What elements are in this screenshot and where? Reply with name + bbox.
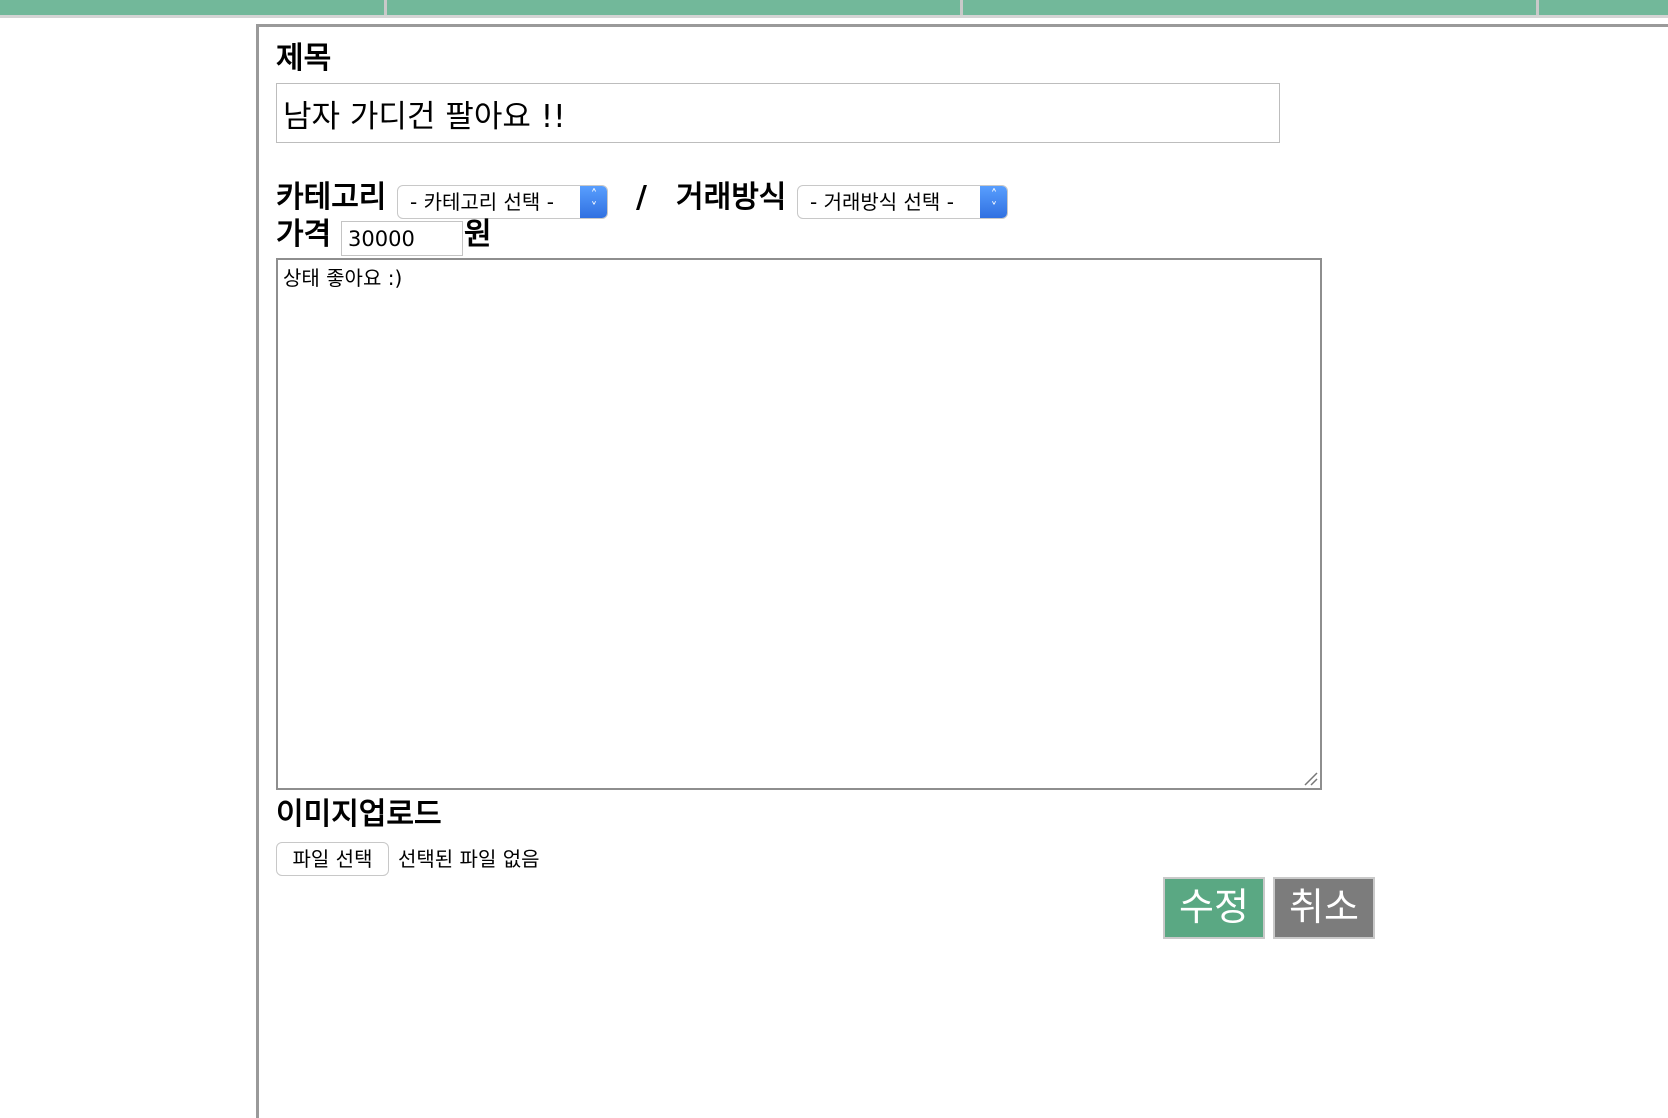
price-unit: 원 <box>464 217 492 252</box>
file-status-text: 선택된 파일 없음 <box>398 847 540 871</box>
cancel-button[interactable]: 취소 <box>1273 877 1375 939</box>
top-nav-bar <box>0 0 1668 18</box>
title-label: 제목 <box>276 41 332 76</box>
price-input[interactable] <box>341 221 463 256</box>
nav-tab-2[interactable] <box>387 0 960 15</box>
nav-tab-4[interactable] <box>1539 0 1668 15</box>
nav-tab-1[interactable] <box>0 0 384 15</box>
nav-divider <box>0 15 1668 18</box>
nav-tab-3[interactable] <box>963 0 1536 15</box>
description-textarea[interactable]: 상태 좋아요 :) <box>276 258 1322 790</box>
file-select-button[interactable]: 파일 선택 <box>276 842 389 876</box>
category-selected-value: - 카테고리 선택 - <box>410 190 554 214</box>
category-select[interactable]: - 카테고리 선택 - ˄ ˅ <box>397 185 608 219</box>
title-input[interactable] <box>276 83 1280 143</box>
chevron-up-down-icon: ˄ ˅ <box>580 186 607 218</box>
trade-method-select[interactable]: - 거래방식 선택 - ˄ ˅ <box>797 185 1008 219</box>
trade-method-label: 거래방식 <box>676 180 787 215</box>
category-label: 카테고리 <box>276 180 387 215</box>
image-upload-label: 이미지업로드 <box>276 797 442 832</box>
chevron-up-down-icon: ˄ ˅ <box>980 186 1007 218</box>
price-label: 가격 <box>276 217 332 252</box>
resize-grip-icon[interactable] <box>1302 770 1318 786</box>
field-separator: / <box>636 180 647 215</box>
submit-edit-button[interactable]: 수정 <box>1163 877 1265 939</box>
trade-method-selected-value: - 거래방식 선택 - <box>810 190 954 214</box>
